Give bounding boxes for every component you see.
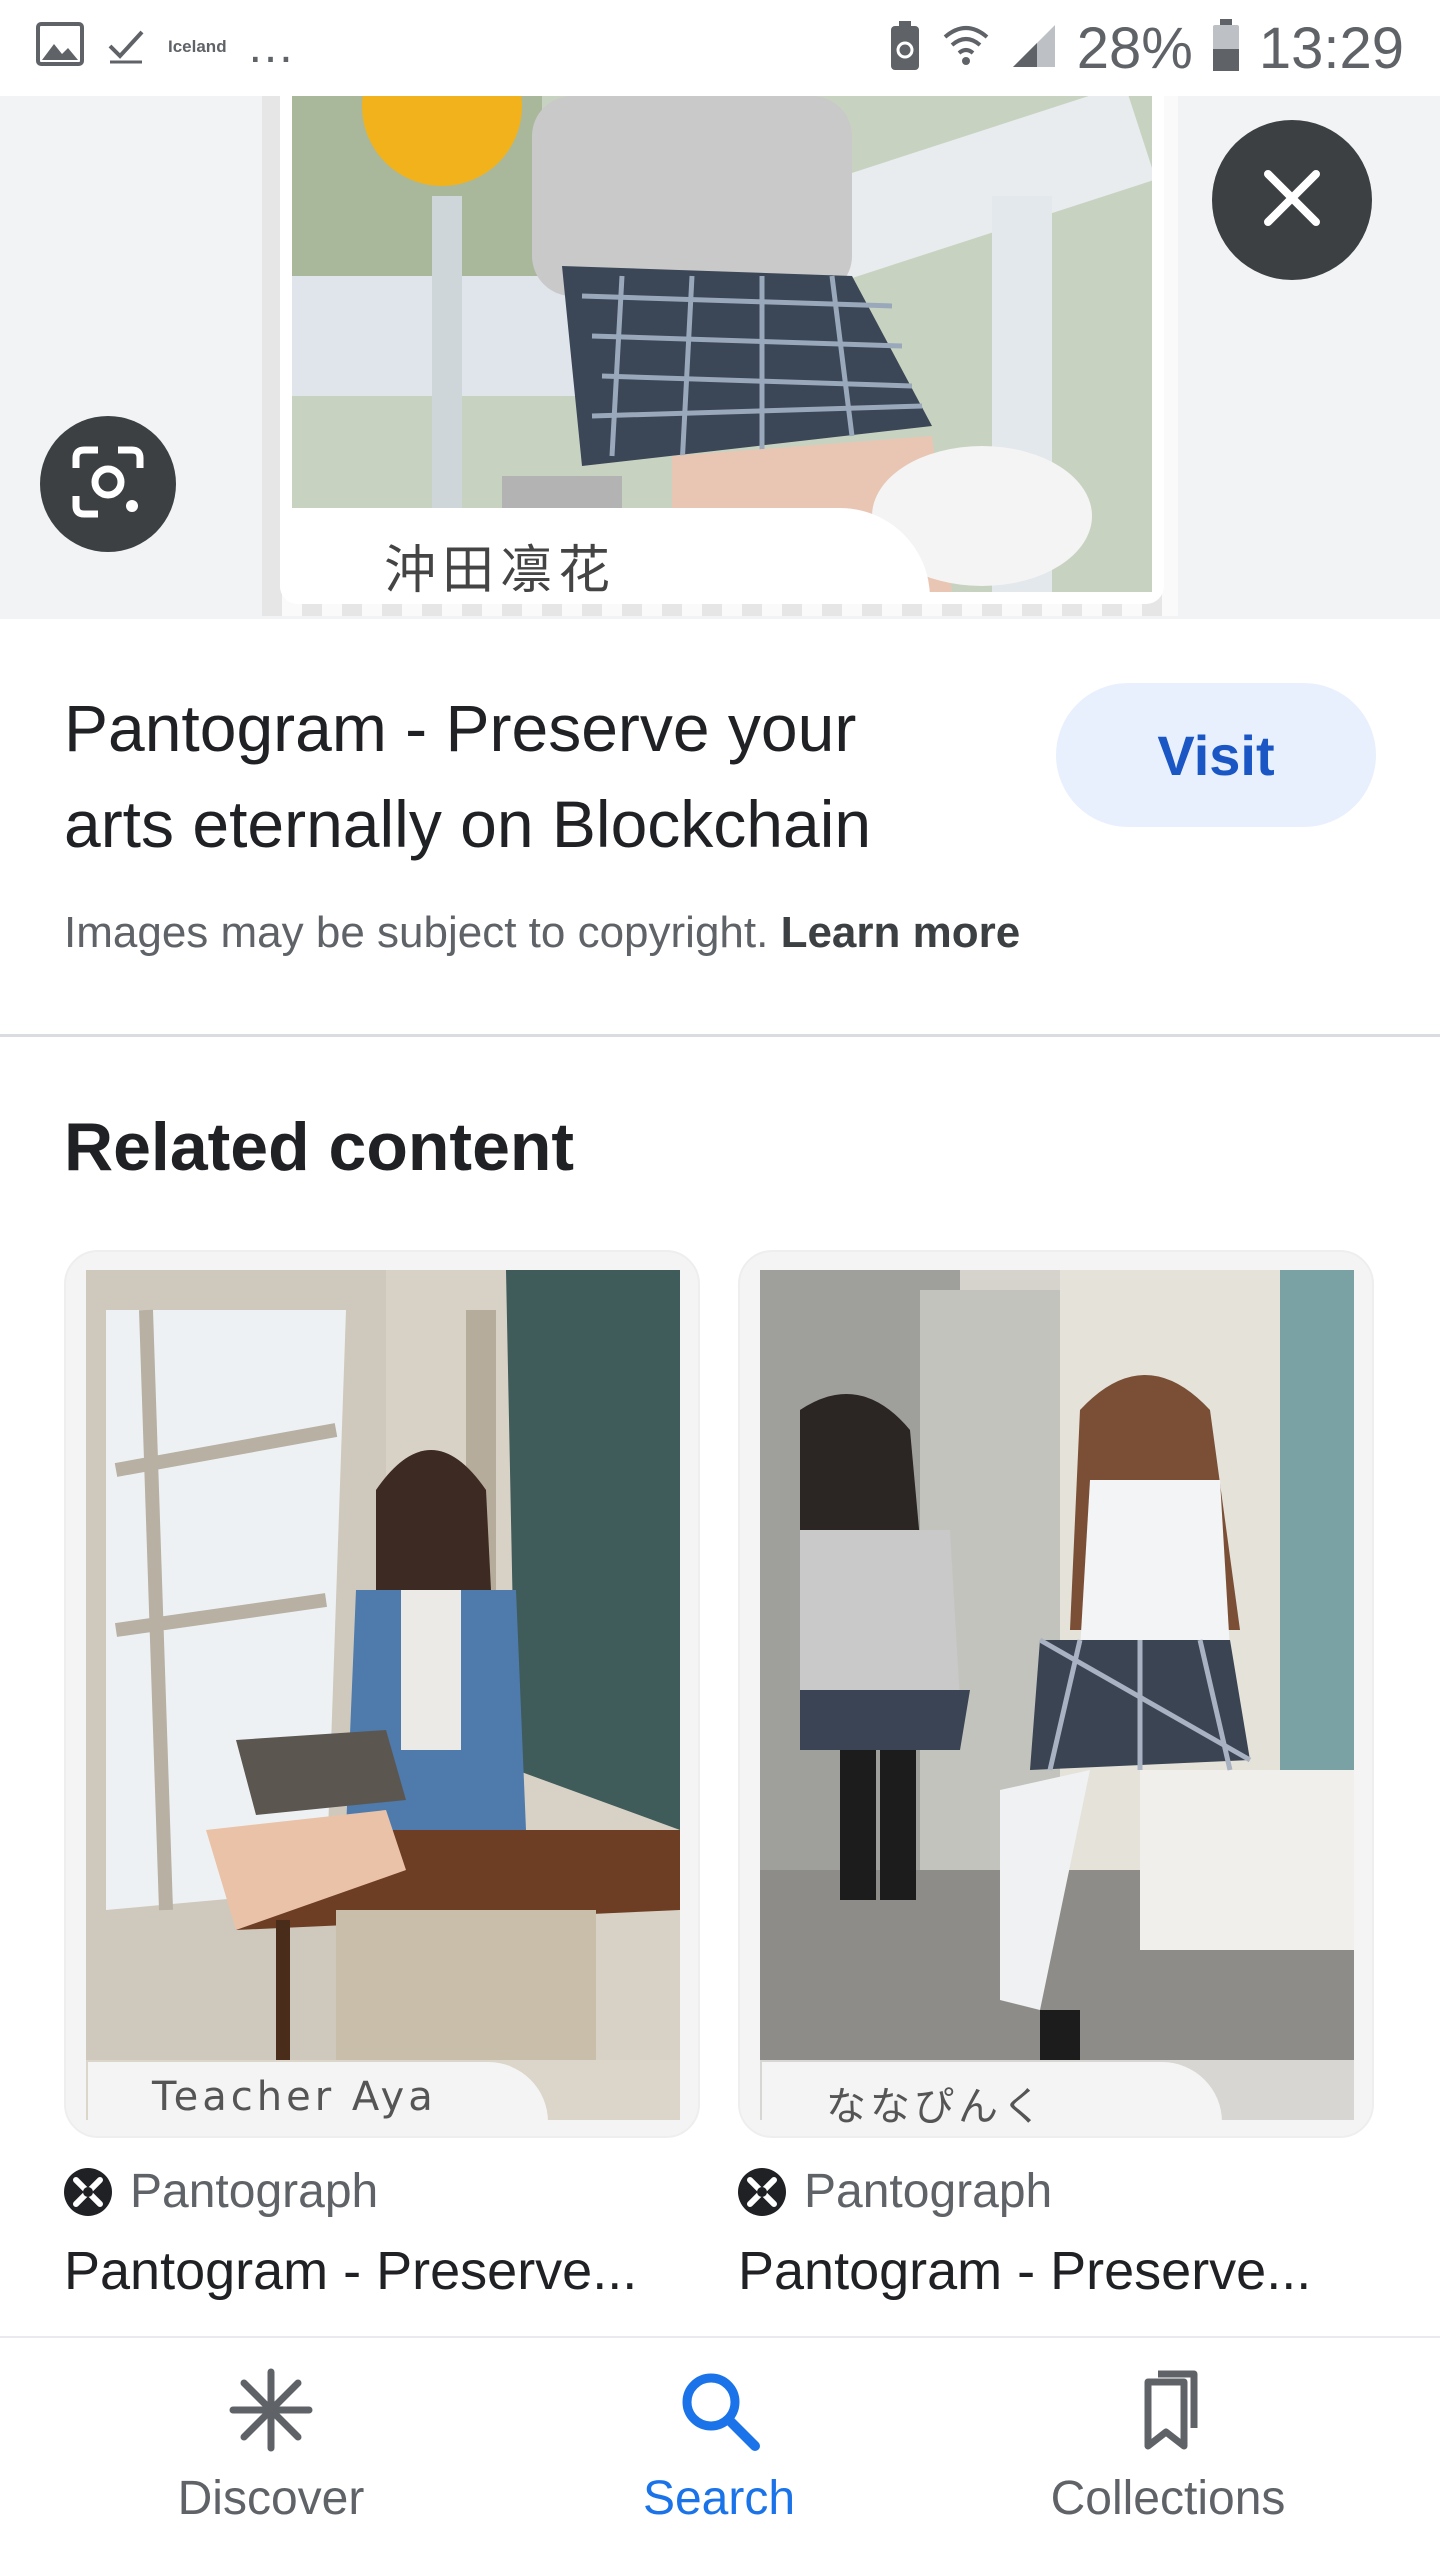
nav-collections[interactable]: Collections	[968, 2368, 1368, 2526]
battery-percent: 28%	[1076, 15, 1193, 81]
result-title: Pantogram - Preserve your arts eternally…	[64, 691, 872, 861]
related-item-source-name: Pantograph	[130, 2165, 379, 2218]
preview-caption: 沖田凛花	[280, 508, 930, 604]
nav-discover-label: Discover	[177, 2472, 365, 2525]
close-button[interactable]	[1212, 120, 1372, 280]
nav-discover[interactable]: Discover	[71, 2368, 471, 2526]
related-content-heading: Related content	[64, 1109, 575, 1185]
copyright-notice: Images may be subject to copyright. Lear…	[64, 908, 1020, 958]
related-item-card[interactable]: Teacher Aya	[64, 1250, 700, 2138]
carrier-label: Iceland	[168, 36, 227, 56]
image-preview[interactable]: 沖田凛花	[0, 96, 1440, 619]
related-item-caption: ななぴんく	[762, 2062, 1222, 2132]
related-item-caption-text: Teacher Aya	[152, 2074, 437, 2120]
battery-saver-icon	[887, 20, 923, 77]
google-lens-icon	[70, 444, 146, 525]
visit-button[interactable]: Visit	[1056, 683, 1376, 827]
bookmarks-icon	[1126, 2368, 1210, 2457]
close-icon	[1260, 166, 1324, 235]
nav-search-label: Search	[642, 2472, 796, 2525]
divider	[0, 1034, 1440, 1037]
google-lens-button[interactable]	[40, 416, 176, 552]
related-item-caption-text: ななぴんく	[826, 2084, 1046, 2130]
related-item-source[interactable]: Pantograph	[738, 2164, 1052, 2219]
related-item-photo	[760, 1270, 1354, 2120]
more-notifications-indicator: ...	[248, 19, 295, 73]
related-item-title[interactable]: Pantogram - Preserve...	[64, 2240, 664, 2302]
related-item-card[interactable]: ななぴんく	[738, 1250, 1374, 2138]
preview-image-card[interactable]: 沖田凛花	[280, 96, 1164, 604]
signal-icon	[1009, 21, 1059, 76]
related-item-source-name: Pantograph	[804, 2165, 1053, 2218]
pantograph-logo-icon	[64, 2167, 112, 2216]
status-bar: Iceland ... 28% 13:29	[0, 0, 1440, 96]
related-item-source[interactable]: Pantograph	[64, 2164, 378, 2219]
nav-collections-label: Collections	[1050, 2472, 1286, 2525]
clock: 13:29	[1258, 15, 1404, 81]
pantograph-logo-icon	[738, 2167, 786, 2216]
search-icon	[677, 2368, 761, 2457]
related-item-title[interactable]: Pantogram - Preserve...	[738, 2240, 1338, 2302]
asterisk-icon	[229, 2368, 313, 2457]
learn-more-link[interactable]: Learn more	[781, 908, 1021, 957]
wifi-icon	[941, 21, 991, 76]
preview-caption-text: 沖田凛花	[384, 541, 617, 601]
copyright-text: Images may be subject to copyright.	[64, 908, 769, 957]
nav-search[interactable]: Search	[519, 2368, 919, 2526]
battery-icon	[1211, 18, 1241, 78]
related-item-photo	[86, 1270, 680, 2120]
check-icon	[106, 24, 146, 69]
bottom-navigation: Discover Search Collections	[0, 2336, 1440, 2562]
related-item-caption: Teacher Aya	[88, 2062, 548, 2132]
gallery-icon	[36, 22, 84, 71]
